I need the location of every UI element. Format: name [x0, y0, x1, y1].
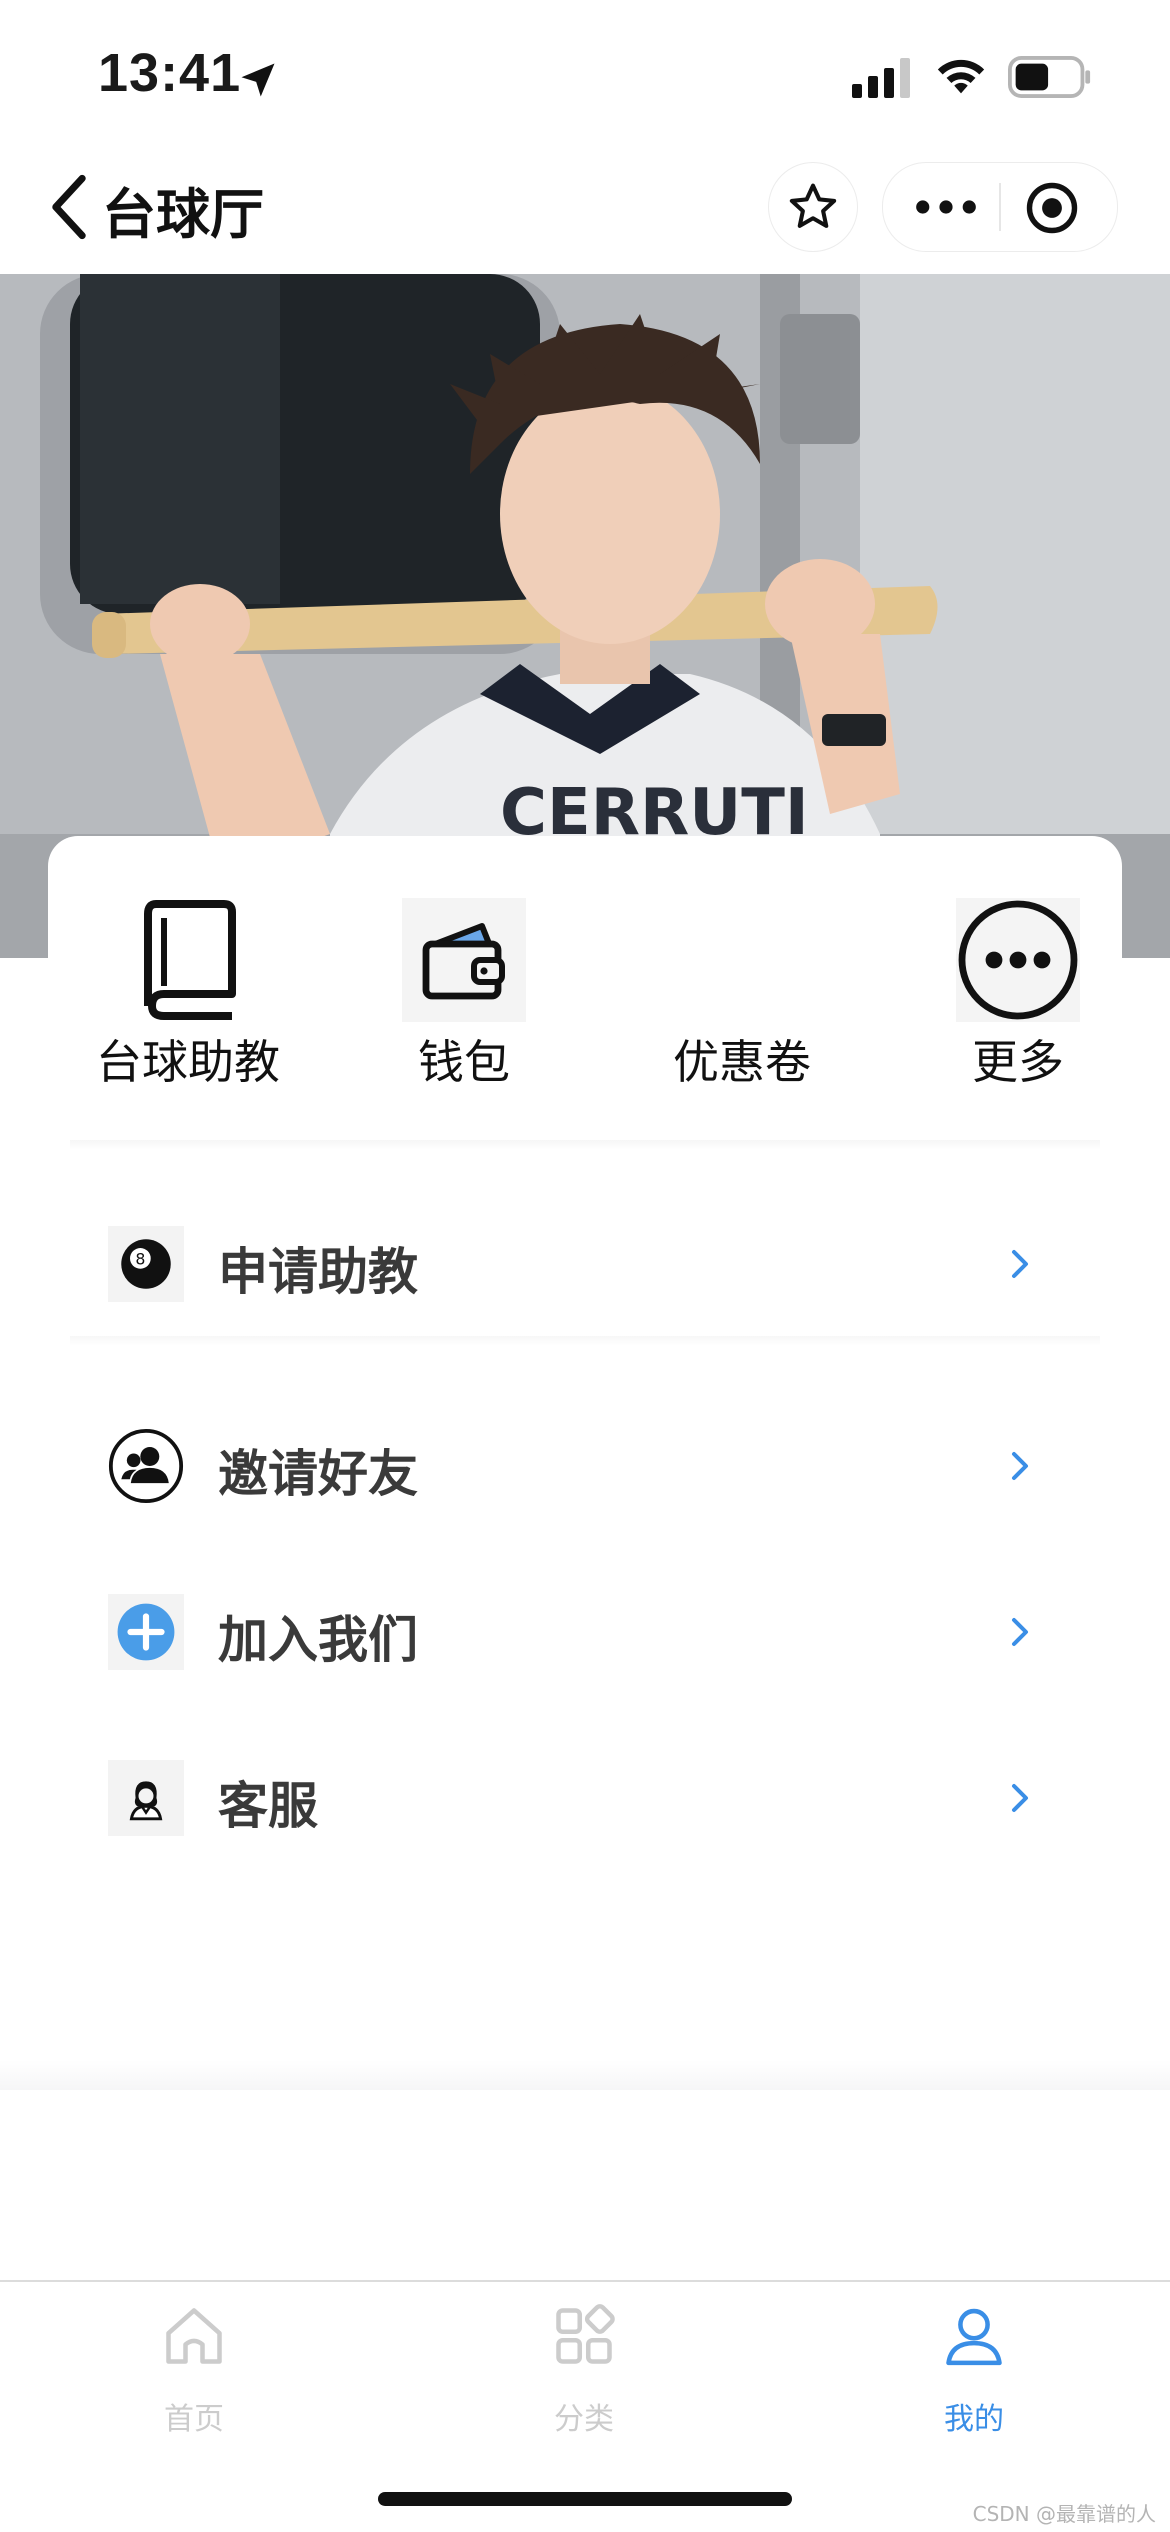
back-chevron-icon[interactable] — [46, 174, 92, 240]
mini-program-capsule — [882, 162, 1118, 252]
list-item-invite-friends[interactable]: 邀请好友 — [70, 1406, 1100, 1526]
empty-area — [0, 2090, 1170, 2280]
quick-item-label: 优惠卷 — [673, 1035, 811, 1089]
card-divider — [70, 1140, 1100, 1150]
quick-menu-card: 台球助教 钱包 优惠卷 更多 — [48, 836, 1122, 1146]
list-item-join-us[interactable]: 加入我们 — [70, 1572, 1100, 1692]
favorite-button[interactable] — [768, 162, 858, 252]
status-time: 13:41 — [98, 43, 242, 103]
billiard-ball-icon: 8 — [108, 1226, 184, 1302]
chevron-right-icon — [1012, 1452, 1028, 1480]
quick-item-coupon[interactable]: 优惠卷 — [622, 898, 862, 1098]
friends-icon — [108, 1428, 184, 1504]
star-icon — [789, 183, 837, 228]
list-item-customer-service[interactable]: 客服 — [70, 1738, 1100, 1858]
customer-service-icon — [108, 1760, 184, 1836]
quick-item-label: 更多 — [972, 1035, 1064, 1089]
tab-home[interactable]: 首页 — [64, 2282, 324, 2462]
list-item-apply-coach[interactable]: 8 申请助教 — [70, 1204, 1100, 1324]
cellular-signal-icon — [852, 58, 910, 98]
tab-category[interactable]: 分类 — [454, 2282, 714, 2462]
target-icon[interactable] — [1025, 181, 1079, 235]
plus-circle-icon — [108, 1594, 184, 1670]
watermark: CSDN @最靠谱的人 — [972, 2502, 1156, 2526]
wallet-icon — [402, 898, 526, 1022]
more-circle-icon — [956, 898, 1080, 1022]
status-bar: 13:41 — [0, 0, 1170, 150]
home-icon — [166, 2308, 222, 2364]
quick-item-label: 钱包 — [418, 1035, 510, 1089]
nav-bar: 台球厅 — [0, 150, 1170, 274]
content-bottom-divider — [0, 2060, 1170, 2090]
tab-mine[interactable]: 我的 — [844, 2282, 1104, 2462]
quick-item-wallet[interactable]: 钱包 — [344, 898, 584, 1098]
chevron-right-icon — [1012, 1618, 1028, 1646]
category-icon — [556, 2304, 615, 2364]
list-item-label: 邀请好友 — [218, 1445, 418, 1503]
list-item-label: 客服 — [218, 1777, 318, 1835]
capsule-divider — [999, 183, 1001, 231]
page-title: 台球厅 — [102, 183, 264, 246]
battery-icon — [1008, 56, 1091, 98]
quick-item-coach[interactable]: 台球助教 — [68, 898, 308, 1098]
quick-item-more[interactable]: 更多 — [898, 898, 1138, 1098]
svg-text:8: 8 — [135, 1249, 145, 1268]
section-divider — [70, 1336, 1100, 1346]
home-indicator — [378, 2492, 792, 2506]
book-icon — [126, 898, 250, 1022]
quick-item-label: 台球助教 — [96, 1035, 280, 1089]
list-item-label: 加入我们 — [218, 1611, 418, 1669]
wifi-icon — [937, 59, 985, 94]
tab-label: 首页 — [164, 2402, 224, 2437]
tab-label: 我的 — [944, 2402, 1004, 2437]
tab-label: 分类 — [554, 2402, 614, 2437]
user-icon — [946, 2308, 1002, 2366]
list-item-label: 申请助教 — [218, 1243, 418, 1301]
more-dots-icon[interactable] — [915, 189, 977, 225]
chevron-right-icon — [1012, 1784, 1028, 1812]
page: 13:41 台球厅 CERRUTI 台球助教 钱包 优惠卷 更多 8 申请助教 … — [0, 0, 1170, 2532]
chevron-right-icon — [1012, 1250, 1028, 1278]
location-arrow-icon — [241, 63, 275, 97]
